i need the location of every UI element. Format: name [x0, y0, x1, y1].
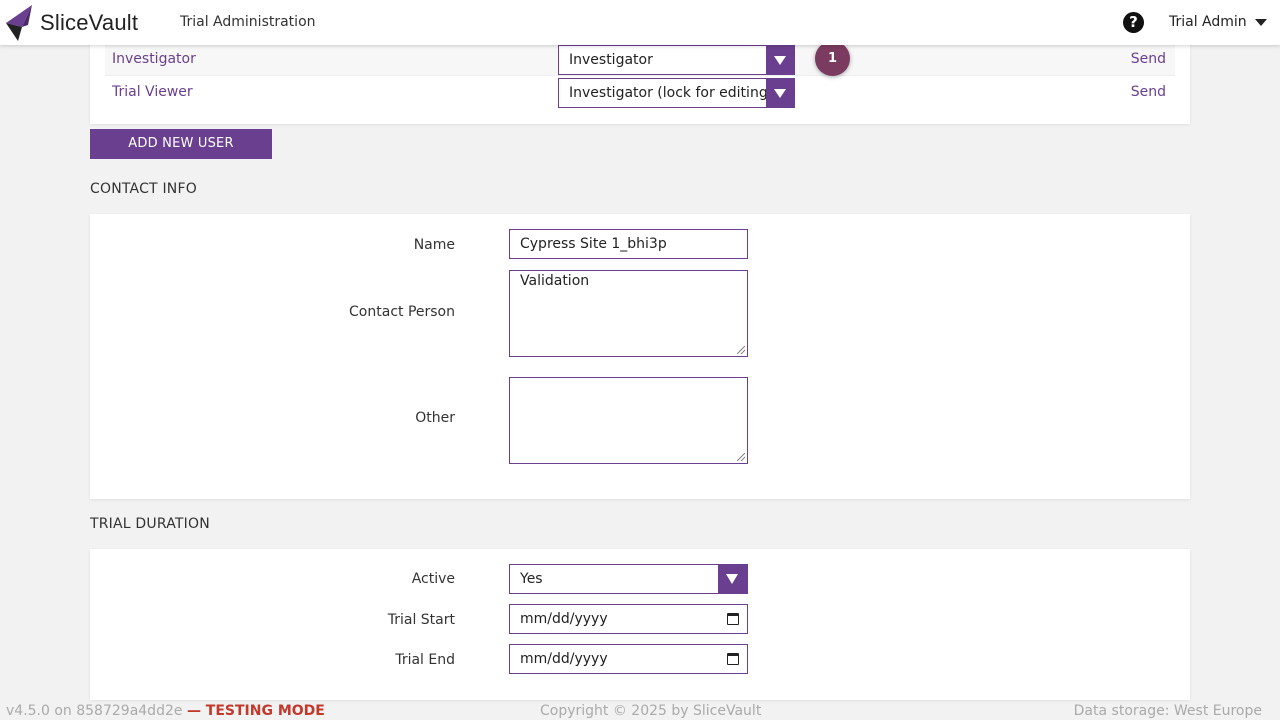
add-new-user-button[interactable]: ADD NEW USER [90, 129, 272, 159]
role-select[interactable]: Investigator (lock for editing) [558, 78, 795, 108]
dropdown-arrow-icon[interactable] [766, 46, 794, 74]
contact-person-field[interactable]: Validation [509, 270, 748, 357]
logo-text: SliceVault [40, 10, 139, 35]
contact-person-label: Contact Person [349, 304, 455, 320]
trial-start-value: mm/dd/yyyy [520, 611, 608, 627]
contact-info-heading: CONTACT INFO [90, 181, 197, 197]
chevron-down-icon[interactable] [1255, 19, 1267, 26]
copyright-text: Copyright © 2025 by SliceVault [540, 703, 762, 719]
resize-handle-icon[interactable] [737, 346, 745, 354]
trial-duration-panel: Active Yes Trial Start mm/dd/yyyy Trial … [90, 549, 1190, 700]
role-select-value: Investigator [569, 52, 653, 68]
trial-end-label: Trial End [395, 652, 455, 668]
user-row: Investigator Investigator Send [105, 44, 1175, 76]
version-text: v4.5.0 on 858729a4dd2e [6, 703, 183, 719]
trial-start-label: Trial Start [387, 612, 455, 628]
other-label: Other [415, 410, 455, 426]
top-navbar: SliceVault Trial Administration ? Trial … [0, 0, 1280, 45]
trial-end-value: mm/dd/yyyy [520, 651, 608, 667]
trial-duration-heading: TRIAL DURATION [90, 516, 210, 532]
data-storage-text: Data storage: West Europe [1073, 703, 1262, 719]
calendar-icon[interactable] [727, 613, 739, 625]
user-name-link[interactable]: Investigator [112, 51, 196, 67]
users-panel: Investigator Investigator Send Trial Vie… [90, 38, 1190, 124]
active-label: Active [411, 571, 455, 587]
calendar-icon[interactable] [727, 653, 739, 665]
user-row: Trial Viewer Investigator (lock for edit… [105, 77, 1175, 109]
other-field[interactable] [509, 377, 748, 464]
dropdown-arrow-icon[interactable] [766, 79, 794, 107]
user-menu[interactable]: Trial Admin [1169, 14, 1247, 30]
active-select[interactable]: Yes [509, 564, 748, 594]
slicevault-logo[interactable]: SliceVault [4, 5, 138, 41]
send-link[interactable]: Send [1131, 51, 1166, 67]
footer: v4.5.0 on 858729a4dd2e — TESTING MODE Co… [0, 703, 1280, 720]
testing-mode-label: — TESTING MODE [186, 703, 325, 719]
send-link[interactable]: Send [1131, 84, 1166, 100]
dropdown-arrow-icon[interactable] [718, 565, 747, 593]
slicevault-logo-icon [6, 5, 32, 41]
name-field-value: Cypress Site 1_bhi3p [520, 236, 667, 252]
contact-info-panel: Name Cypress Site 1_bhi3p Contact Person… [90, 214, 1190, 499]
help-icon[interactable]: ? [1123, 12, 1144, 33]
app-title: Trial Administration [180, 14, 316, 30]
trial-end-date-input[interactable]: mm/dd/yyyy [509, 644, 748, 674]
resize-handle-icon[interactable] [737, 453, 745, 461]
name-field[interactable]: Cypress Site 1_bhi3p [509, 229, 748, 259]
name-label: Name [413, 237, 455, 253]
trial-start-date-input[interactable]: mm/dd/yyyy [509, 604, 748, 634]
active-select-value: Yes [520, 571, 543, 587]
user-name-link[interactable]: Trial Viewer [112, 84, 193, 100]
contact-person-value: Validation [520, 273, 590, 289]
version-info: v4.5.0 on 858729a4dd2e — TESTING MODE [6, 703, 325, 719]
role-select[interactable]: Investigator [558, 45, 795, 75]
step-badge: 1 [815, 41, 850, 76]
role-select-value: Investigator (lock for editing) [569, 85, 774, 101]
